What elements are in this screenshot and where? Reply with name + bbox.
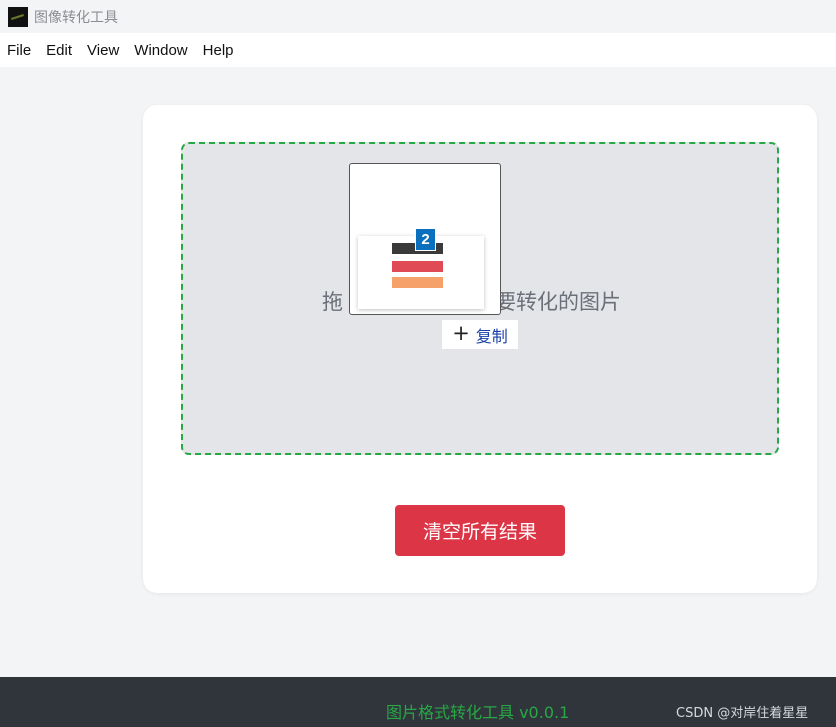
app-icon [8, 6, 28, 27]
thumbnail-stripe-orange [392, 277, 443, 288]
copy-tooltip: + 复制 [442, 320, 518, 349]
clear-results-button[interactable]: 清空所有结果 [395, 505, 565, 556]
dropzone-prompt-left: 拖 [322, 290, 343, 314]
menu-view[interactable]: View [80, 42, 127, 59]
menu-bar: File Edit View Window Help [0, 33, 836, 67]
menu-help[interactable]: Help [195, 42, 241, 59]
menu-file[interactable]: File [0, 42, 39, 59]
thumbnail-stripe-red [392, 261, 443, 272]
footer-title: 图片格式转化工具 v0.0.1 [386, 703, 570, 722]
copy-label: 复制 [475, 326, 508, 346]
drag-count-badge: 2 [415, 228, 436, 251]
window-title: 图像转化工具 [34, 9, 118, 26]
dropzone-prompt-right: 要转化的图片 [495, 290, 621, 314]
watermark: CSDN @对岸住着星星 [676, 706, 809, 721]
menu-window[interactable]: Window [127, 42, 195, 59]
menu-edit[interactable]: Edit [39, 42, 80, 59]
plus-icon: + [452, 321, 470, 345]
title-bar: 图像转化工具 [0, 0, 836, 33]
